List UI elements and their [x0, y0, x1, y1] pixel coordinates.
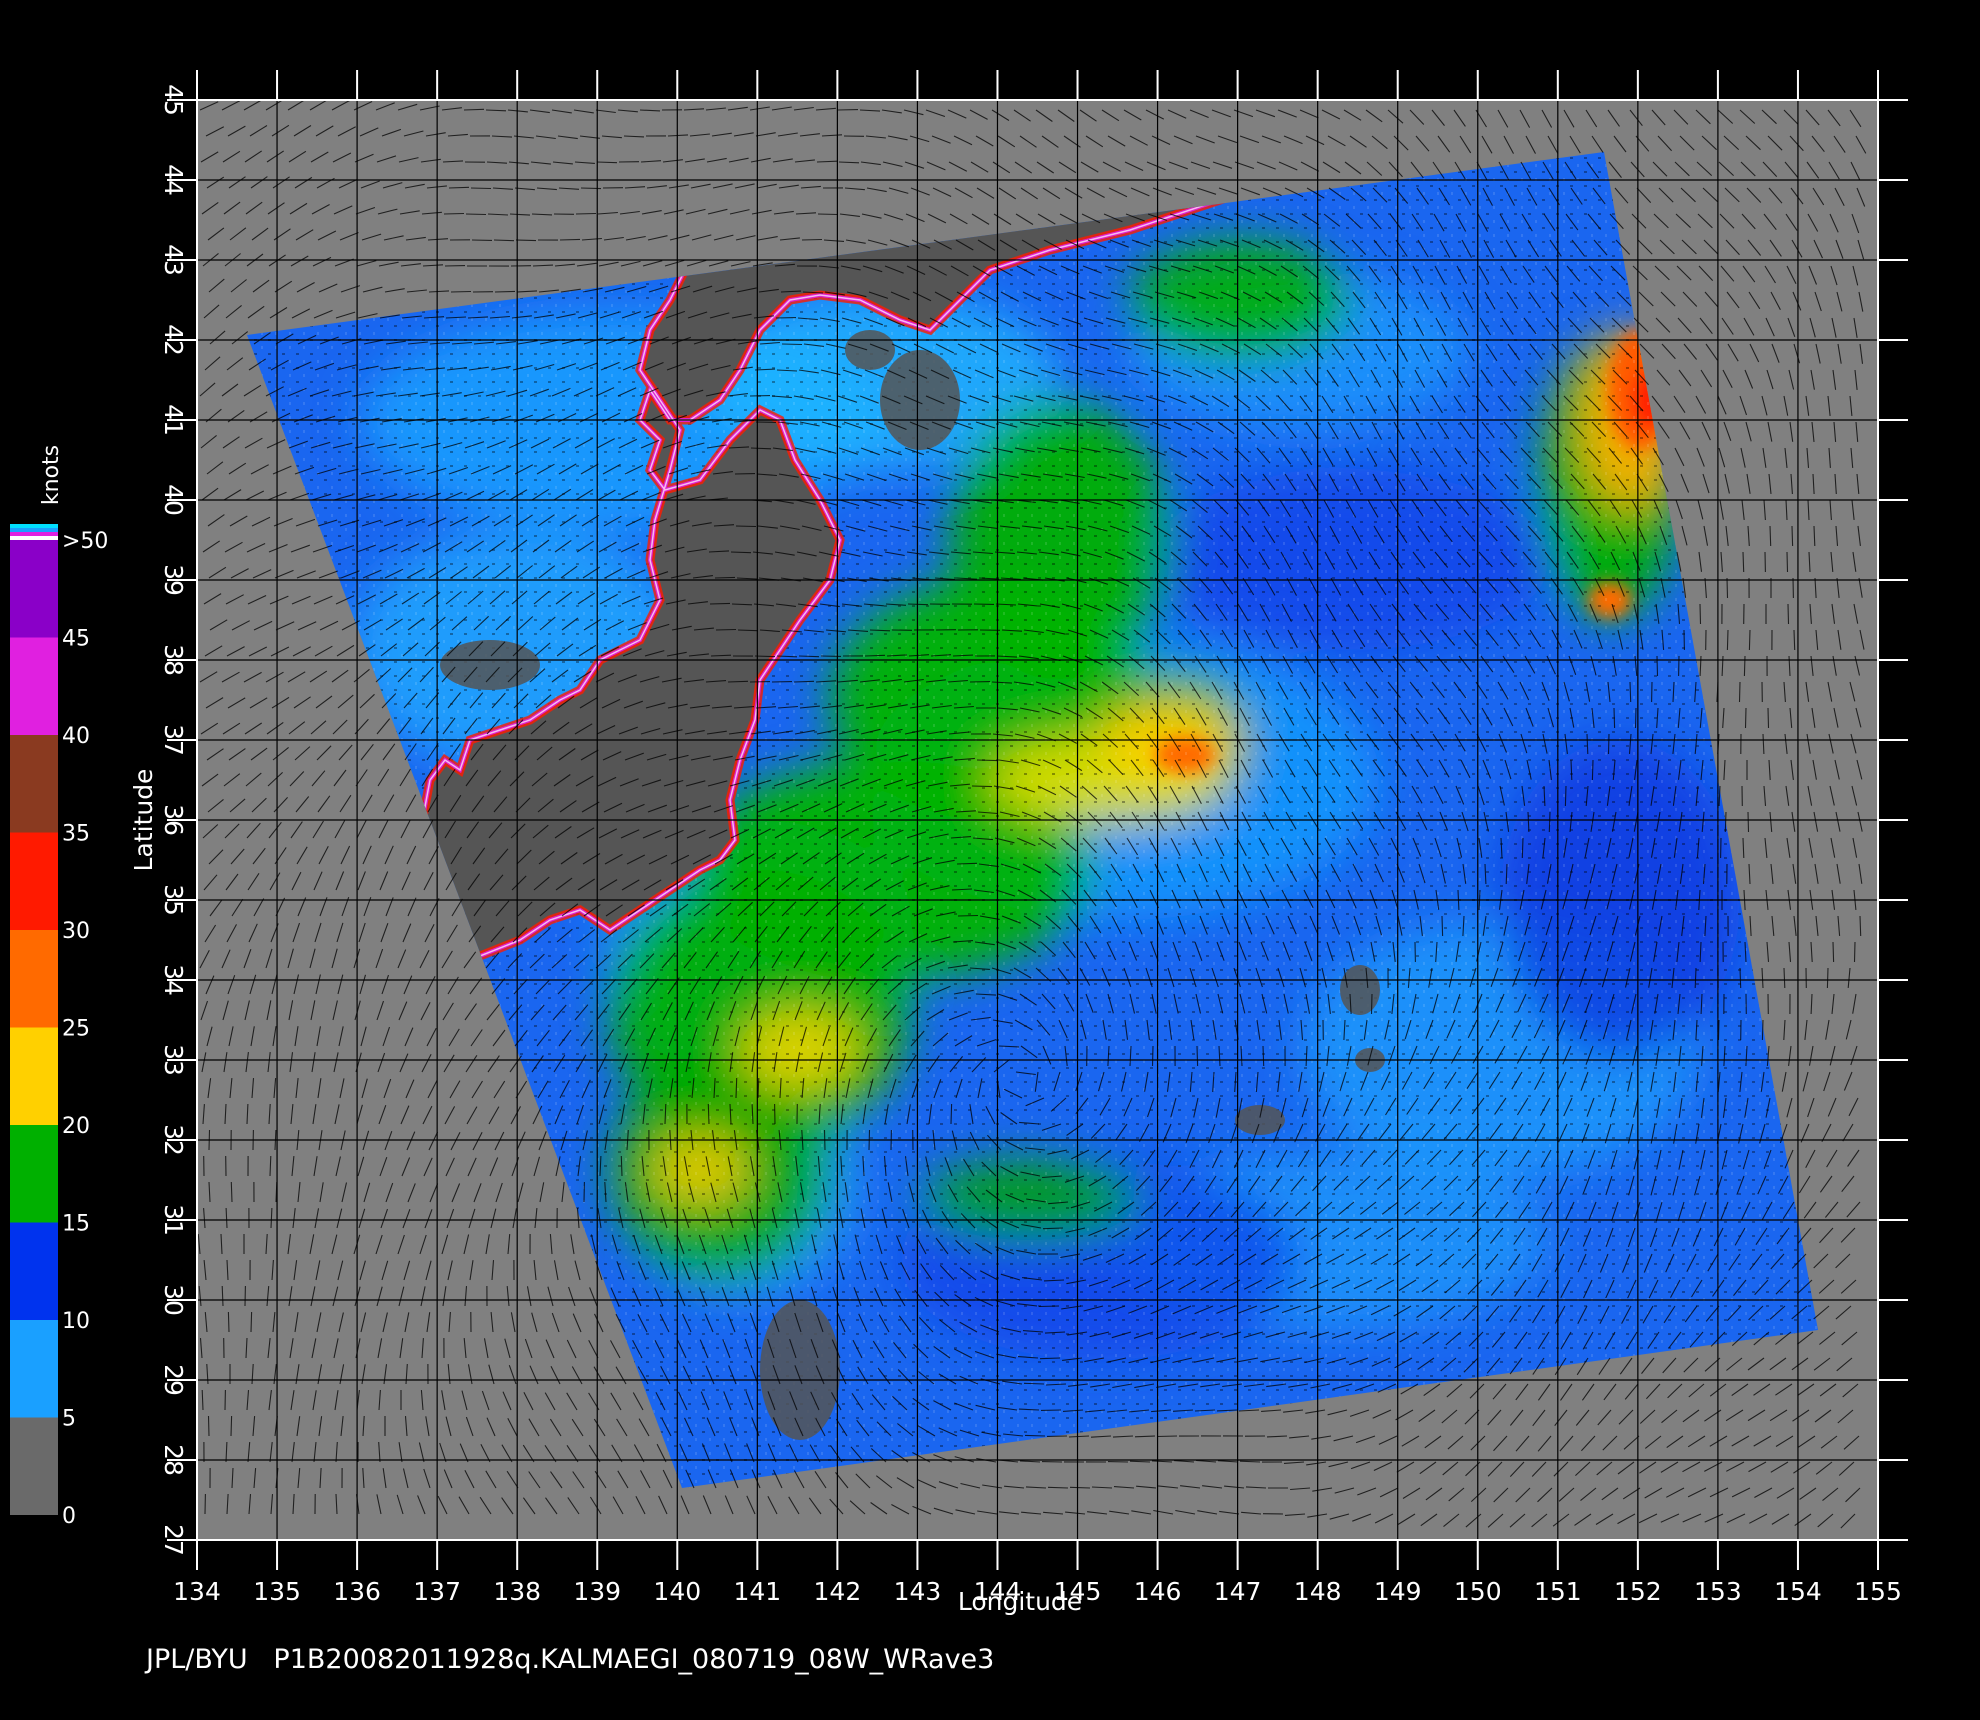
x-tick-label: 154	[1774, 1577, 1822, 1606]
y-tick-label: 45	[159, 84, 188, 116]
legend: knots 0 5 10 15 20 25 30 35 40 45 >50	[10, 445, 108, 1529]
legend-top-stripe	[10, 528, 58, 532]
x-tick-label: 140	[653, 1577, 701, 1606]
y-tick-label: 41	[159, 404, 188, 436]
legend-label: >50	[62, 529, 108, 554]
legend-label: 40	[62, 724, 90, 749]
legend-top-stripe	[10, 524, 58, 528]
y-tick-label: 28	[159, 1444, 188, 1476]
y-tick-label: 38	[159, 644, 188, 676]
y-tick-label: 42	[159, 324, 188, 356]
y-tick-label: 33	[159, 1044, 188, 1076]
x-tick-label: 151	[1534, 1577, 1582, 1606]
x-tick-label: 139	[573, 1577, 621, 1606]
y-axis-title: Latitude	[129, 769, 158, 872]
legend-title: knots	[39, 445, 64, 505]
legend-label: 25	[62, 1017, 90, 1042]
legend-label: 0	[62, 1504, 76, 1529]
x-tick-label: 137	[413, 1577, 461, 1606]
x-axis-title: Longitude	[958, 1587, 1082, 1616]
y-tick-label: 44	[159, 164, 188, 196]
y-tick-label: 32	[159, 1124, 188, 1156]
legend-label: 20	[62, 1114, 90, 1139]
x-tick-label: 148	[1294, 1577, 1342, 1606]
y-tick-label: 29	[159, 1364, 188, 1396]
legend-band	[10, 1320, 58, 1418]
y-tick-label: 27	[159, 1524, 188, 1556]
legend-top-stripe	[10, 532, 58, 536]
legend-label: 35	[62, 822, 90, 847]
legend-band	[10, 1417, 58, 1515]
y-tick-label: 35	[159, 884, 188, 916]
y-tick-label: 37	[159, 724, 188, 756]
y-tick-label: 34	[159, 964, 188, 996]
y-tick-label: 30	[159, 1284, 188, 1316]
legend-band	[10, 832, 58, 930]
y-tick-label: 39	[159, 564, 188, 596]
legend-label: 5	[62, 1407, 76, 1432]
x-tick-label: 142	[814, 1577, 862, 1606]
x-tick-label: 150	[1454, 1577, 1502, 1606]
x-tick-label: 153	[1694, 1577, 1742, 1606]
legend-labels: 0 5 10 15 20 25 30 35 40 45 >50	[62, 529, 108, 1529]
y-tick-label: 40	[159, 484, 188, 516]
legend-band	[10, 1125, 58, 1223]
x-tick-label: 134	[173, 1577, 221, 1606]
wind-map: 134 135 136 137 138 139 140 141 142 143 144 145 146 1…	[10, 70, 1908, 1675]
legend-label: 10	[62, 1309, 90, 1334]
x-tick-label: 146	[1134, 1577, 1182, 1606]
x-tick-label: 138	[493, 1577, 541, 1606]
legend-bands	[10, 524, 58, 1515]
x-tick-label: 143	[894, 1577, 942, 1606]
x-tick-label: 152	[1614, 1577, 1662, 1606]
y-tick-label: 36	[159, 804, 188, 836]
x-tick-label: 147	[1214, 1577, 1262, 1606]
legend-band	[10, 930, 58, 1028]
legend-band	[10, 637, 58, 735]
y-tick-label: 43	[159, 244, 188, 276]
legend-band	[10, 735, 58, 833]
legend-label: 45	[62, 627, 90, 652]
x-tick-label: 135	[253, 1577, 301, 1606]
x-tick-label: 136	[333, 1577, 381, 1606]
legend-band	[10, 540, 58, 638]
legend-band	[10, 1027, 58, 1125]
x-tick-label: 149	[1374, 1577, 1422, 1606]
y-tick-label: 31	[159, 1204, 188, 1236]
x-tick-label: 155	[1854, 1577, 1902, 1606]
legend-label: 30	[62, 919, 90, 944]
legend-label: 15	[62, 1212, 90, 1237]
legend-top-stripe	[10, 536, 58, 540]
x-tick-label: 141	[733, 1577, 781, 1606]
footer-caption: JPL/BYU P1B20082011928q.KALMAEGI_080719_…	[144, 1644, 994, 1675]
legend-band	[10, 1222, 58, 1320]
